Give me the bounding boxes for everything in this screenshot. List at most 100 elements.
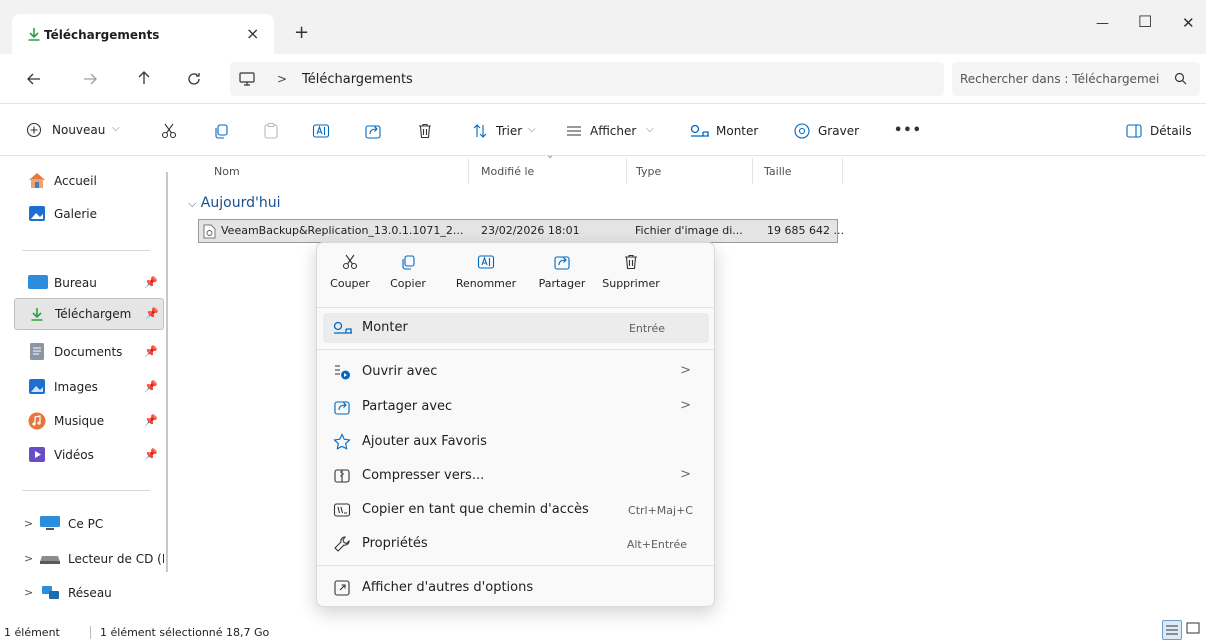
menu-item-ouvrir-avec[interactable]: Ouvrir avec >: [323, 357, 709, 387]
chevron-right-icon: >: [680, 467, 691, 482]
group-header-today[interactable]: ⌵ Aujourd'hui: [188, 195, 280, 211]
forward-icon[interactable]: [82, 71, 98, 87]
column-divider[interactable]: [752, 158, 753, 184]
star-icon: [333, 433, 351, 450]
menu-item-label: Copier en tant que chemin d'accès: [362, 502, 589, 517]
mount-button[interactable]: Monter: [690, 123, 770, 141]
up-icon[interactable]: [136, 70, 152, 86]
sort-icon: [473, 124, 487, 138]
more-options-button[interactable]: •••: [894, 123, 922, 138]
cut-icon[interactable]: [160, 122, 178, 140]
menu-item-ajouter-favoris[interactable]: Ajouter aux Favoris: [323, 427, 709, 457]
sidebar-item-reseau[interactable]: > Réseau: [14, 578, 164, 608]
menu-item-partager-avec[interactable]: Partager avec >: [323, 392, 709, 422]
menu-item-monter[interactable]: Monter Entrée: [323, 313, 709, 343]
menu-item-proprietes[interactable]: Propriétés Alt+Entrée: [323, 529, 709, 559]
chevron-right-icon[interactable]: >: [24, 517, 33, 530]
table-row[interactable]: VeeamBackup&Replication_13.0.1.1071_2...…: [198, 219, 844, 243]
copy-icon[interactable]: [212, 122, 230, 140]
menu-divider: [317, 349, 714, 350]
menu-item-autres-options[interactable]: Afficher d'autres d'options: [323, 573, 709, 603]
breadcrumb-separator: >: [277, 72, 288, 86]
column-header-size[interactable]: Taille: [764, 165, 792, 178]
rename-icon[interactable]: [312, 122, 330, 140]
menu-item-label: Afficher d'autres d'options: [362, 580, 534, 595]
pin-icon[interactable]: 📌: [144, 276, 158, 289]
breadcrumb-location[interactable]: Téléchargements: [302, 72, 413, 87]
details-button[interactable]: Détails: [1126, 123, 1202, 141]
back-icon[interactable]: [26, 71, 42, 87]
column-divider[interactable]: [468, 158, 469, 184]
context-delete-button[interactable]: Supprimer: [599, 253, 663, 290]
sidebar-item-label: Musique: [54, 414, 105, 428]
pin-icon[interactable]: 📌: [144, 345, 158, 358]
context-copy-button[interactable]: Copier: [381, 253, 435, 290]
context-rename-button[interactable]: Renommer: [453, 253, 519, 290]
sort-label: Trier: [496, 124, 523, 138]
chevron-right-icon[interactable]: >: [24, 552, 33, 565]
download-icon: [26, 26, 42, 42]
sort-button[interactable]: Trier ⌵: [472, 123, 542, 141]
tab-close-button[interactable]: ×: [246, 24, 259, 43]
maximize-button[interactable]: ☐: [1138, 12, 1152, 31]
sidebar-item-lecteur-cd[interactable]: > Lecteur de CD (I: [14, 544, 164, 574]
tiles-view-icon: [1186, 622, 1200, 634]
sidebar-item-accueil[interactable]: Accueil: [14, 166, 164, 196]
view-button[interactable]: Afficher ⌵: [566, 123, 666, 141]
file-name: VeeamBackup&Replication_13.0.1.1071_2...: [221, 224, 464, 237]
column-header-type[interactable]: Type: [636, 165, 661, 178]
column-divider[interactable]: [626, 158, 627, 184]
sidebar-item-label: Téléchargem: [55, 307, 132, 321]
sidebar-item-bureau[interactable]: Bureau 📌: [14, 268, 164, 298]
new-tab-button[interactable]: +: [294, 22, 309, 43]
burn-button[interactable]: Graver: [794, 123, 874, 141]
context-share-button[interactable]: Partager: [535, 253, 589, 290]
sidebar-item-ce-pc[interactable]: > Ce PC: [14, 509, 164, 539]
chevron-right-icon[interactable]: >: [24, 586, 33, 599]
sidebar-scrollbar[interactable]: [166, 172, 168, 572]
cut-icon: [342, 254, 358, 270]
context-menu: Couper Copier Renommer Partager Supprime…: [316, 242, 715, 607]
images-icon: [29, 379, 45, 394]
column-divider[interactable]: [842, 158, 843, 184]
documents-icon: [30, 343, 44, 360]
sidebar-item-documents[interactable]: Documents 📌: [14, 337, 164, 367]
menu-item-compresser[interactable]: Compresser vers... >: [323, 461, 709, 491]
share-icon: [554, 256, 570, 270]
context-cut-button[interactable]: Couper: [323, 253, 377, 290]
details-view-button[interactable]: [1162, 620, 1182, 640]
rename-icon: [477, 255, 495, 269]
menu-item-copier-chemin[interactable]: Copier en tant que chemin d'accès Ctrl+M…: [323, 495, 709, 525]
sidebar-item-label: Ce PC: [68, 517, 104, 531]
column-header-modified[interactable]: Modifié le: [481, 165, 534, 178]
minimize-button[interactable]: —: [1096, 16, 1109, 31]
sidebar-item-label: Bureau: [54, 276, 97, 290]
file-type: Fichier d'image di...: [635, 224, 743, 237]
pin-icon[interactable]: 📌: [145, 307, 159, 320]
sidebar-item-label: Images: [54, 380, 98, 394]
sidebar-item-label: Lecteur de CD (I: [68, 552, 164, 566]
pin-icon[interactable]: 📌: [144, 448, 158, 461]
share-icon[interactable]: [364, 122, 382, 140]
sidebar-item-musique[interactable]: Musique 📌: [14, 406, 164, 436]
sidebar-item-galerie[interactable]: Galerie: [14, 199, 164, 229]
delete-icon[interactable]: [416, 122, 434, 140]
sidebar-item-images[interactable]: Images 📌: [14, 372, 164, 402]
close-window-button[interactable]: ✕: [1182, 14, 1195, 32]
details-pane-icon: [1126, 124, 1142, 138]
download-icon: [31, 308, 43, 321]
new-button[interactable]: Nouveau ⌵: [26, 122, 146, 142]
pin-icon[interactable]: 📌: [144, 380, 158, 393]
open-with-icon: [335, 365, 350, 380]
details-label: Détails: [1150, 124, 1192, 138]
sidebar-item-videos[interactable]: Vidéos 📌: [14, 440, 164, 470]
column-header-name[interactable]: Nom: [214, 165, 240, 178]
refresh-icon[interactable]: [186, 71, 202, 87]
pin-icon[interactable]: 📌: [144, 414, 158, 427]
paste-icon[interactable]: [262, 122, 280, 140]
tiles-view-button[interactable]: [1186, 622, 1204, 639]
menu-item-label: Compresser vers...: [362, 468, 485, 483]
copy-path-icon: [333, 503, 351, 517]
search-icon[interactable]: [1174, 72, 1188, 86]
sidebar-item-telechargements[interactable]: Téléchargem 📌: [14, 298, 164, 330]
